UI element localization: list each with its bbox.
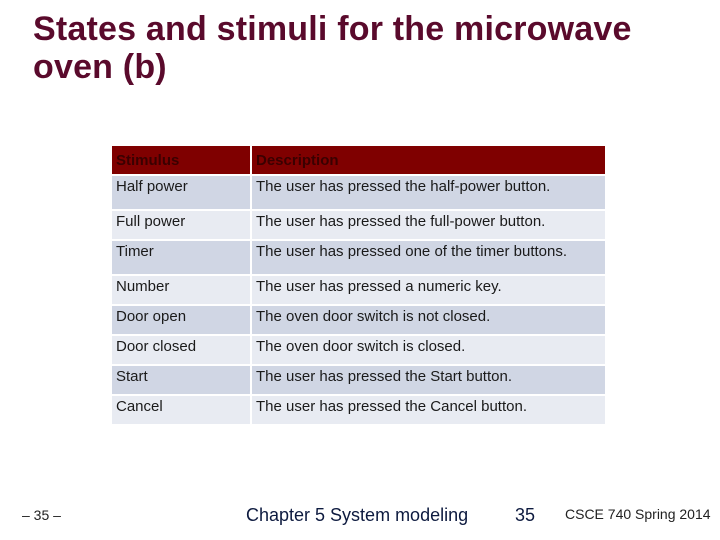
- description-cell: The oven door switch is not closed.: [252, 306, 605, 334]
- table-row: Half power The user has pressed the half…: [112, 176, 605, 209]
- table-row: Start The user has pressed the Start but…: [112, 366, 605, 394]
- stimulus-cell: Cancel: [112, 396, 250, 424]
- table-row: Door open The oven door switch is not cl…: [112, 306, 605, 334]
- stimuli-table: Stimulus Description Half power The user…: [110, 144, 607, 426]
- column-header-description: Description: [252, 146, 605, 174]
- table-row: Number The user has pressed a numeric ke…: [112, 276, 605, 304]
- footer-page-number: 35: [515, 505, 536, 525]
- table-row: Timer The user has pressed one of the ti…: [112, 241, 605, 274]
- table-row: Door closed The oven door switch is clos…: [112, 336, 605, 364]
- column-header-stimulus: Stimulus: [112, 146, 250, 174]
- stimulus-cell: Timer: [112, 241, 250, 274]
- stimulus-cell: Door closed: [112, 336, 250, 364]
- stimulus-cell: Door open: [112, 306, 250, 334]
- description-cell: The user has pressed a numeric key.: [252, 276, 605, 304]
- slide-title: States and stimuli for the microwave ove…: [33, 10, 632, 86]
- stimulus-cell: Full power: [112, 211, 250, 239]
- footer-course-info: CSCE 740 Spring 2014: [565, 506, 711, 522]
- table-header-row: Stimulus Description: [112, 146, 605, 174]
- stimulus-cell: Number: [112, 276, 250, 304]
- description-cell: The user has pressed the half-power butt…: [252, 176, 605, 209]
- description-cell: The user has pressed the full-power butt…: [252, 211, 605, 239]
- table-row: Cancel The user has pressed the Cancel b…: [112, 396, 605, 424]
- footer-chapter-title: Chapter 5 System modeling: [246, 505, 469, 525]
- stimulus-cell: Start: [112, 366, 250, 394]
- description-cell: The user has pressed the Cancel button.: [252, 396, 605, 424]
- description-cell: The user has pressed the Start button.: [252, 366, 605, 394]
- stimulus-cell: Half power: [112, 176, 250, 209]
- footer-slide-marker: – 35 –: [22, 507, 61, 523]
- description-cell: The user has pressed one of the timer bu…: [252, 241, 605, 274]
- description-cell: The oven door switch is closed.: [252, 336, 605, 364]
- table-row: Full power The user has pressed the full…: [112, 211, 605, 239]
